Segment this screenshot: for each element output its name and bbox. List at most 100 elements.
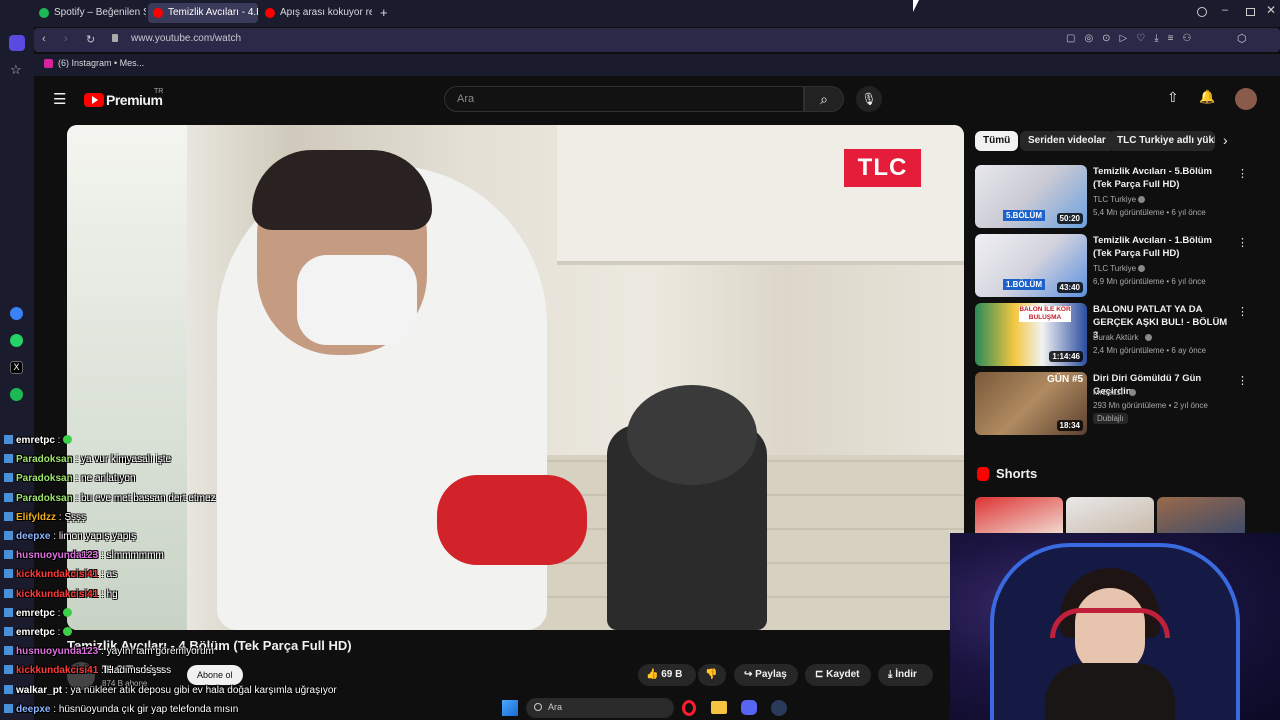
chevron-right-icon[interactable]: › (1223, 132, 1228, 148)
mic-icon: 🎙 (861, 92, 877, 106)
video-thumbnail[interactable]: GÜN #5 18:34 (975, 372, 1087, 435)
chat-username: Elifyldzz (16, 511, 57, 523)
chip-series[interactable]: Seriden videolar (1020, 131, 1114, 151)
more-options-icon[interactable]: ⋮ (1237, 236, 1248, 249)
recommendation-item[interactable]: GÜN #5 18:34 Diri Diri Gömüldü 7 Gün Geç… (975, 372, 1248, 436)
notifications-icon[interactable]: 🔔 (1199, 89, 1215, 105)
share-button[interactable]: ↪ Paylaş (734, 664, 798, 686)
windows-start-icon[interactable] (502, 700, 518, 716)
video-thumbnail[interactable]: BALON İLE KÖR BULUŞMA 1:14:46 (975, 303, 1087, 366)
search-input[interactable]: Ara (444, 86, 804, 112)
chat-username: emretpc (16, 435, 55, 446)
chat-message: Paradoksan : bu eve met bassan dert etme… (4, 492, 216, 504)
search-tabs-icon[interactable] (1197, 7, 1207, 17)
spotify-icon[interactable] (10, 388, 23, 401)
mouse-cursor-icon (913, 0, 919, 12)
kick-badge-icon (4, 492, 13, 502)
reload-icon[interactable]: ↻ (86, 33, 95, 46)
video-thumbnail[interactable]: 1.BÖLÜM 43:40 (975, 234, 1087, 297)
chat-username: kickkundakcisi41 (16, 588, 99, 600)
share-icon: ↪ (744, 669, 753, 680)
kick-badge-icon (4, 511, 13, 521)
close-window-button[interactable]: ✕ (1266, 3, 1276, 17)
kick-badge-icon (4, 588, 13, 598)
thumbnail-text: BALON İLE KÖR BULUŞMA (1019, 306, 1071, 322)
extensions-toolbar[interactable]: ▢◎⊙▷♡⤓≡⚇ (1066, 33, 1200, 44)
steam-icon[interactable] (771, 700, 787, 716)
subscribe-button[interactable]: Abone ol (187, 665, 243, 685)
dislike-button[interactable]: 👎 (698, 664, 726, 686)
save-button[interactable]: ⊏ Kaydet (805, 664, 871, 686)
chat-separator: : (50, 531, 59, 542)
short-thumbnail[interactable] (975, 497, 1063, 537)
kick-badge-icon (4, 627, 13, 636)
video-red-glove (437, 475, 587, 565)
youtube-logo-icon[interactable] (84, 93, 104, 107)
download-button[interactable]: ⤓ İndir (878, 664, 933, 686)
chat-message: Paradoksan : ya vur kimyasalı işte (4, 454, 171, 465)
chat-separator: : (54, 607, 64, 619)
new-tab-button[interactable]: + (380, 5, 388, 20)
recommendation-item[interactable]: BALON İLE KÖR BULUŞMA 1:14:46 BALONU PAT… (975, 303, 1248, 367)
shorts-section-title: Shorts (996, 466, 1038, 481)
menu-icon[interactable]: ☰ (53, 90, 66, 108)
forward-icon[interactable]: › (64, 33, 68, 45)
search-button[interactable]: ⌕ (804, 86, 844, 112)
chat-message: deepxe : hüsnüoyunda çık gir yap telefon… (4, 703, 238, 715)
recommendation-item[interactable]: 1.BÖLÜM 43:40 Temizlik Avcıları - 1.Bölü… (975, 234, 1248, 298)
like-button[interactable]: 👍 69 B (638, 664, 696, 686)
chat-separator: : (98, 569, 107, 581)
chat-username: deepxe (16, 531, 51, 542)
home-icon[interactable] (9, 35, 25, 51)
chip-all[interactable]: Tümü (975, 131, 1019, 151)
chat-text: Hadimsosssss (106, 665, 172, 677)
short-thumbnail[interactable] (1157, 497, 1245, 537)
messenger-icon[interactable] (10, 307, 23, 320)
recommendation-meta: 6,9 Mn görüntüleme • 6 yıl önce (1093, 277, 1206, 286)
video-thumbnail[interactable]: 5.BÖLÜM 50:20 (975, 165, 1087, 228)
short-thumbnail[interactable] (1066, 497, 1154, 537)
thumbnail-text: 5.BÖLÜM (1003, 210, 1045, 221)
x-icon[interactable]: X (10, 361, 23, 374)
thumbnail-text: GÜN #5 (1047, 374, 1084, 385)
chat-username: deepxe (16, 703, 51, 715)
avatar[interactable] (1235, 88, 1257, 110)
vpn-icon[interactable]: ⬡ (1237, 32, 1247, 45)
voice-search-button[interactable]: 🎙 (856, 86, 882, 112)
more-options-icon[interactable]: ⋮ (1237, 374, 1248, 387)
chat-username: husnuoyunda123 (16, 550, 99, 562)
chat-separator: : (72, 454, 82, 466)
tab-label: Spotify – Beğenilen Şarkıl (54, 7, 146, 18)
bookmark-instagram[interactable]: (6) Instagram • Mes... (44, 58, 144, 68)
more-options-icon[interactable]: ⋮ (1237, 167, 1248, 180)
chat-text: ya vur kimyasalı işte (81, 454, 172, 466)
chat-text: ya nükleer atık deposu gibi ev hala doğa… (70, 684, 337, 696)
taskbar: Ara (498, 696, 798, 720)
chat-separator: : (98, 550, 107, 562)
star-icon[interactable]: ☆ (10, 62, 22, 78)
maximize-button[interactable] (1246, 8, 1255, 16)
bookmarks-bar: (6) Instagram • Mes... (34, 54, 1280, 76)
minimize-button[interactable]: – (1222, 4, 1228, 16)
taskbar-search-input[interactable]: Ara (526, 698, 674, 718)
discord-icon[interactable] (741, 700, 757, 715)
recommendation-meta: 2,4 Mn görüntüleme • 6 ay önce (1093, 346, 1207, 355)
emote-icon (63, 607, 73, 617)
recommendation-item[interactable]: 5.BÖLÜM 50:20 Temizlik Avcıları - 5.Bölü… (975, 165, 1248, 229)
tab-youtube-2[interactable]: Apış arası kokuyor resmen (260, 3, 372, 23)
upload-icon[interactable]: ⇧ (1167, 89, 1179, 106)
back-icon[interactable]: ‹ (42, 33, 46, 45)
url-field[interactable]: www.youtube.com/watch (131, 33, 241, 44)
tab-spotify[interactable]: Spotify – Beğenilen Şarkıl (34, 3, 146, 23)
tab-youtube-active[interactable]: Temizlik Avcıları - 4.Bölüm (148, 3, 258, 23)
file-explorer-icon[interactable] (711, 701, 727, 714)
video-player[interactable]: TLC (67, 125, 964, 630)
chat-username: Paradoksan (16, 454, 73, 466)
video-cabinet-region (557, 125, 964, 265)
opera-taskbar-icon[interactable] (682, 700, 696, 716)
more-options-icon[interactable]: ⋮ (1237, 305, 1248, 318)
share-label: Paylaş (755, 669, 787, 680)
chat-separator: : (98, 646, 107, 658)
whatsapp-icon[interactable] (10, 334, 23, 347)
chip-channel-uploads[interactable]: TLC Turkiye adlı yükle (1109, 131, 1215, 151)
